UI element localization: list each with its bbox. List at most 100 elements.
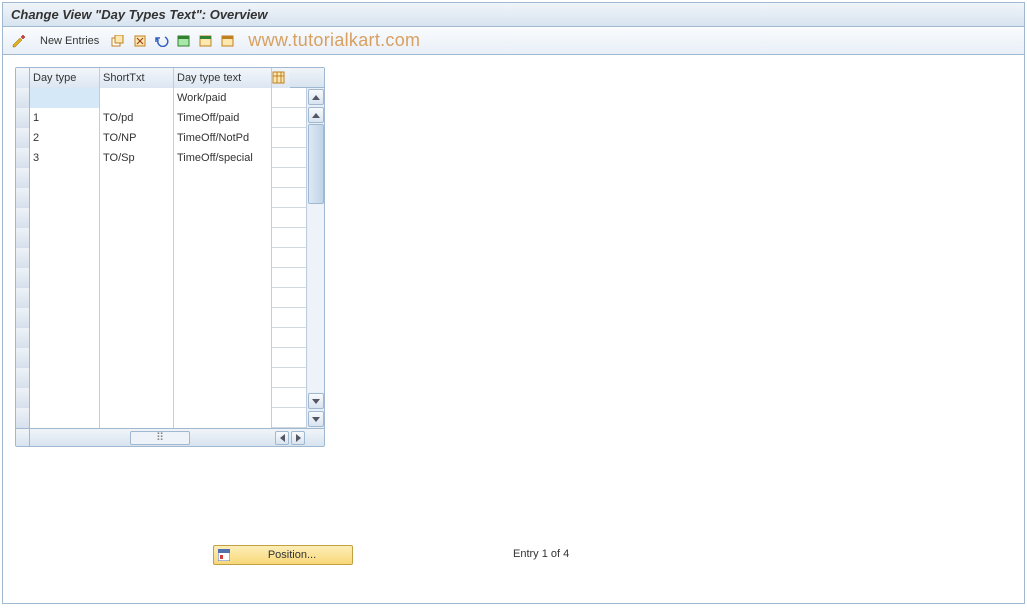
row-selector[interactable] [16, 328, 30, 348]
copy-button[interactable] [108, 31, 128, 51]
cell-shorttxt[interactable] [100, 88, 174, 108]
row-selector[interactable] [16, 408, 30, 428]
cell-daytype[interactable] [30, 228, 100, 248]
cell-daytype[interactable]: 2 [30, 128, 100, 148]
cell-shorttxt[interactable]: TO/pd [100, 108, 174, 128]
cell-daytyptxt[interactable] [174, 388, 272, 408]
table-row[interactable] [16, 208, 306, 228]
table-row[interactable]: 1TO/pdTimeOff/paid [16, 108, 306, 128]
row-selector[interactable] [16, 308, 30, 328]
row-selector[interactable] [16, 128, 30, 148]
cell-daytype[interactable] [30, 268, 100, 288]
table-row[interactable] [16, 328, 306, 348]
cell-shorttxt[interactable] [100, 388, 174, 408]
cell-shorttxt[interactable]: TO/Sp [100, 148, 174, 168]
select-all-button[interactable] [174, 31, 194, 51]
scroll-up-button[interactable] [308, 89, 324, 105]
row-selector[interactable] [16, 248, 30, 268]
cell-shorttxt[interactable] [100, 208, 174, 228]
row-selector[interactable] [16, 148, 30, 168]
cell-daytyptxt[interactable]: TimeOff/special [174, 148, 272, 168]
cell-daytyptxt[interactable] [174, 308, 272, 328]
row-selector[interactable] [16, 188, 30, 208]
row-selector[interactable] [16, 368, 30, 388]
table-row[interactable] [16, 288, 306, 308]
cell-shorttxt[interactable] [100, 288, 174, 308]
table-row[interactable]: Work/paid [16, 88, 306, 108]
cell-daytype[interactable] [30, 168, 100, 188]
table-row[interactable] [16, 308, 306, 328]
cell-daytype[interactable] [30, 388, 100, 408]
cell-daytype[interactable] [30, 208, 100, 228]
cell-daytype[interactable] [30, 288, 100, 308]
table-row[interactable] [16, 228, 306, 248]
cell-shorttxt[interactable] [100, 368, 174, 388]
select-block-button[interactable] [196, 31, 216, 51]
scroll-page-up-button[interactable] [308, 107, 324, 123]
row-selector[interactable] [16, 288, 30, 308]
cell-daytyptxt[interactable] [174, 328, 272, 348]
scroll-down-button[interactable] [308, 411, 324, 427]
cell-daytype[interactable] [30, 348, 100, 368]
cell-daytyptxt[interactable]: TimeOff/paid [174, 108, 272, 128]
column-header-daytyptxt[interactable]: Day type text [174, 68, 272, 88]
cell-daytype[interactable] [30, 248, 100, 268]
table-row[interactable]: 2TO/NPTimeOff/NotPd [16, 128, 306, 148]
cell-daytyptxt[interactable] [174, 368, 272, 388]
cell-daytype[interactable] [30, 308, 100, 328]
cell-daytyptxt[interactable]: Work/paid [174, 88, 272, 108]
cell-shorttxt[interactable] [100, 268, 174, 288]
cell-daytyptxt[interactable] [174, 228, 272, 248]
row-selector[interactable] [16, 208, 30, 228]
table-row[interactable]: 3TO/SpTimeOff/special [16, 148, 306, 168]
table-row[interactable] [16, 388, 306, 408]
horizontal-scroll-thumb[interactable]: ⠿ [130, 431, 190, 445]
cell-daytyptxt[interactable] [174, 188, 272, 208]
cell-shorttxt[interactable] [100, 168, 174, 188]
cell-shorttxt[interactable]: TO/NP [100, 128, 174, 148]
delete-button[interactable] [130, 31, 150, 51]
table-row[interactable] [16, 168, 306, 188]
cell-daytyptxt[interactable] [174, 408, 272, 428]
cell-daytyptxt[interactable] [174, 288, 272, 308]
scroll-thumb[interactable] [308, 124, 324, 204]
scroll-left-button[interactable] [275, 431, 289, 445]
row-selector[interactable] [16, 228, 30, 248]
table-row[interactable] [16, 268, 306, 288]
cell-daytyptxt[interactable] [174, 208, 272, 228]
table-row[interactable] [16, 248, 306, 268]
deselect-all-button[interactable] [218, 31, 238, 51]
configure-columns-button[interactable] [272, 68, 290, 88]
new-entries-button[interactable]: New Entries [33, 31, 106, 51]
cell-daytyptxt[interactable]: TimeOff/NotPd [174, 128, 272, 148]
table-row[interactable] [16, 188, 306, 208]
cell-daytype[interactable]: 3 [30, 148, 100, 168]
column-header-shorttxt[interactable]: ShortTxt [100, 68, 174, 88]
table-row[interactable] [16, 408, 306, 428]
cell-daytype[interactable] [30, 328, 100, 348]
row-selector[interactable] [16, 268, 30, 288]
row-selector[interactable] [16, 388, 30, 408]
cell-shorttxt[interactable] [100, 308, 174, 328]
row-selector[interactable] [16, 108, 30, 128]
table-row[interactable] [16, 348, 306, 368]
vertical-scrollbar[interactable] [306, 88, 324, 428]
cell-shorttxt[interactable] [100, 228, 174, 248]
cell-daytype[interactable]: 1 [30, 108, 100, 128]
cell-shorttxt[interactable] [100, 348, 174, 368]
table-row[interactable] [16, 368, 306, 388]
cell-daytype[interactable] [30, 368, 100, 388]
row-selector[interactable] [16, 168, 30, 188]
scroll-track[interactable] [308, 124, 324, 392]
cell-shorttxt[interactable] [100, 248, 174, 268]
cell-daytype[interactable] [30, 188, 100, 208]
cell-shorttxt[interactable] [100, 328, 174, 348]
cell-shorttxt[interactable] [100, 188, 174, 208]
row-selector[interactable] [16, 88, 30, 108]
cell-daytype[interactable] [30, 408, 100, 428]
cell-daytyptxt[interactable] [174, 268, 272, 288]
cell-daytyptxt[interactable] [174, 248, 272, 268]
position-button[interactable]: Position... [213, 545, 353, 565]
cell-daytyptxt[interactable] [174, 348, 272, 368]
select-all-header[interactable] [16, 68, 30, 88]
